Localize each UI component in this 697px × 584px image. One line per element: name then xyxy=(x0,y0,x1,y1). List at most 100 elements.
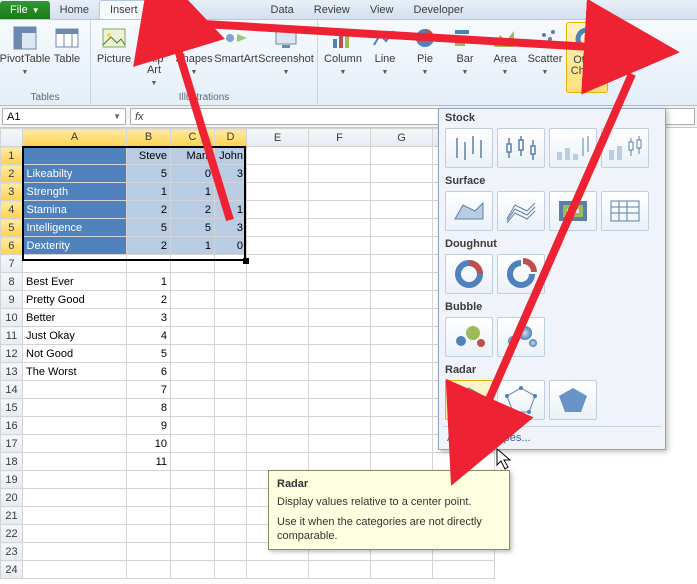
radar-option[interactable] xyxy=(445,380,493,420)
radar-filled-option[interactable] xyxy=(549,380,597,420)
group-charts: Column▼ Line▼ Pie▼ Bar▼ Area▼ Scatter▼ O… xyxy=(318,20,697,105)
col-header-G[interactable]: G xyxy=(371,129,433,147)
col-header-D[interactable]: D xyxy=(215,129,247,147)
pie-chart-button[interactable]: Pie▼ xyxy=(406,22,444,93)
cell[interactable]: Steve xyxy=(127,147,171,165)
selection-fill-handle[interactable] xyxy=(243,258,249,264)
tab-insert[interactable]: Insert xyxy=(99,0,149,19)
surface-3d-option[interactable] xyxy=(445,191,493,231)
name-box[interactable]: A1 ▼ xyxy=(2,108,126,125)
ribbon: PivotTable▼ Table Tables Picture Clip Ar… xyxy=(0,20,697,106)
tab-blank1[interactable] xyxy=(149,13,205,19)
section-doughnut: Doughnut xyxy=(439,235,665,252)
row-header[interactable]: 5 xyxy=(1,219,23,237)
col-header-A[interactable]: A xyxy=(23,129,127,147)
bar-chart-icon xyxy=(451,24,479,52)
row-header[interactable]: 6 xyxy=(1,237,23,255)
section-bubble: Bubble xyxy=(439,298,665,315)
file-tab[interactable]: File ▼ xyxy=(0,1,50,19)
cell[interactable] xyxy=(23,147,127,165)
stock-vohlc-option[interactable] xyxy=(601,128,649,168)
picture-icon xyxy=(100,24,128,52)
file-tab-caret-icon: ▼ xyxy=(32,6,40,15)
other-charts-dropdown: Stock Surface Doughnut Bubble Radar All … xyxy=(438,108,666,450)
col-header-B[interactable]: B xyxy=(127,129,171,147)
stock-ohlc-option[interactable] xyxy=(497,128,545,168)
chevron-down-icon: ▼ xyxy=(542,67,549,78)
line-chart-icon xyxy=(615,24,643,52)
section-stock: Stock xyxy=(439,109,665,126)
chevron-down-icon: ▼ xyxy=(191,67,198,78)
section-surface: Surface xyxy=(439,172,665,189)
stock-hlc-option[interactable] xyxy=(445,128,493,168)
cell[interactable]: John xyxy=(215,147,247,165)
pie-chart-icon xyxy=(411,24,439,52)
select-all-corner[interactable] xyxy=(1,129,23,147)
shapes-button[interactable]: Shapes▼ xyxy=(175,22,213,91)
picture-button[interactable]: Picture xyxy=(95,22,133,91)
clipart-button[interactable]: Clip Art▼ xyxy=(135,22,173,91)
tab-review[interactable]: Review xyxy=(304,1,360,19)
smartart-button[interactable]: SmartArt xyxy=(215,22,257,91)
col-header-F[interactable]: F xyxy=(309,129,371,147)
area-chart-button[interactable]: Area▼ xyxy=(486,22,524,93)
bubble-option[interactable] xyxy=(445,317,493,357)
doughnut-option[interactable] xyxy=(445,254,493,294)
name-box-value: A1 xyxy=(7,111,20,123)
column-chart-icon xyxy=(329,24,357,52)
row-header[interactable]: 2 xyxy=(1,165,23,183)
tab-home[interactable]: Home xyxy=(50,1,99,19)
screenshot-icon xyxy=(272,24,300,52)
chevron-down-icon: ▼ xyxy=(422,67,429,78)
table-icon xyxy=(53,24,81,52)
chevron-down-icon: ▼ xyxy=(151,78,158,89)
area-chart-icon xyxy=(491,24,519,52)
bar-chart-button[interactable]: Bar▼ xyxy=(446,22,484,93)
surface-wire-contour-option[interactable] xyxy=(601,191,649,231)
pivottable-button[interactable]: PivotTable▼ xyxy=(4,22,46,80)
surface-wire-3d-option[interactable] xyxy=(497,191,545,231)
name-box-dropdown-icon[interactable]: ▼ xyxy=(113,112,121,121)
row-header[interactable]: 3 xyxy=(1,183,23,201)
row-header[interactable]: 1 xyxy=(1,147,23,165)
other-charts-icon xyxy=(573,25,601,53)
chevron-down-icon: ▼ xyxy=(382,67,389,78)
col-header-E[interactable]: E xyxy=(247,129,309,147)
exploded-doughnut-option[interactable] xyxy=(497,254,545,294)
file-tab-label: File xyxy=(10,4,28,16)
fx-icon: fx xyxy=(135,111,144,123)
pivottable-icon xyxy=(11,24,39,52)
surface-contour-option[interactable] xyxy=(549,191,597,231)
line-chart-icon xyxy=(371,24,399,52)
bubble-3d-option[interactable] xyxy=(497,317,545,357)
chevron-down-icon: ▼ xyxy=(22,67,29,78)
group-illustrations: Picture Clip Art▼ Shapes▼ SmartArt Scree… xyxy=(91,20,318,105)
row-header[interactable]: 4 xyxy=(1,201,23,219)
radar-markers-option[interactable] xyxy=(497,380,545,420)
stock-vhlc-option[interactable] xyxy=(549,128,597,168)
line-chart-button[interactable]: Line▼ xyxy=(366,22,404,93)
scatter-chart-button[interactable]: Scatter▼ xyxy=(526,22,564,93)
tab-view[interactable]: View xyxy=(360,1,404,19)
shapes-icon xyxy=(180,24,208,52)
group-label-illus: Illustrations xyxy=(95,91,313,105)
scatter-chart-icon xyxy=(531,24,559,52)
tab-developer[interactable]: Developer xyxy=(404,1,474,19)
chevron-down-icon: ▼ xyxy=(502,67,509,78)
table-button[interactable]: Table xyxy=(48,22,86,80)
tab-data[interactable]: Data xyxy=(261,1,304,19)
tab-blank2[interactable] xyxy=(205,13,261,19)
col-header-C[interactable]: C xyxy=(171,129,215,147)
line-chart-button-2[interactable]: Line xyxy=(610,22,648,93)
other-charts-button[interactable]: Other Charts▼ xyxy=(566,22,608,93)
column-chart-button[interactable]: Column▼ xyxy=(322,22,364,93)
radar-tooltip: Radar Display values relative to a cente… xyxy=(268,470,510,550)
section-radar: Radar xyxy=(439,361,665,378)
tooltip-title: Radar xyxy=(277,477,501,491)
smartart-icon xyxy=(222,24,250,52)
cell[interactable]: Mark xyxy=(171,147,215,165)
all-chart-types-link[interactable]: All Chart Types... xyxy=(439,429,665,447)
chevron-down-icon: ▼ xyxy=(462,67,469,78)
screenshot-button[interactable]: Screenshot▼ xyxy=(259,22,313,91)
chevron-down-icon: ▼ xyxy=(584,79,591,90)
